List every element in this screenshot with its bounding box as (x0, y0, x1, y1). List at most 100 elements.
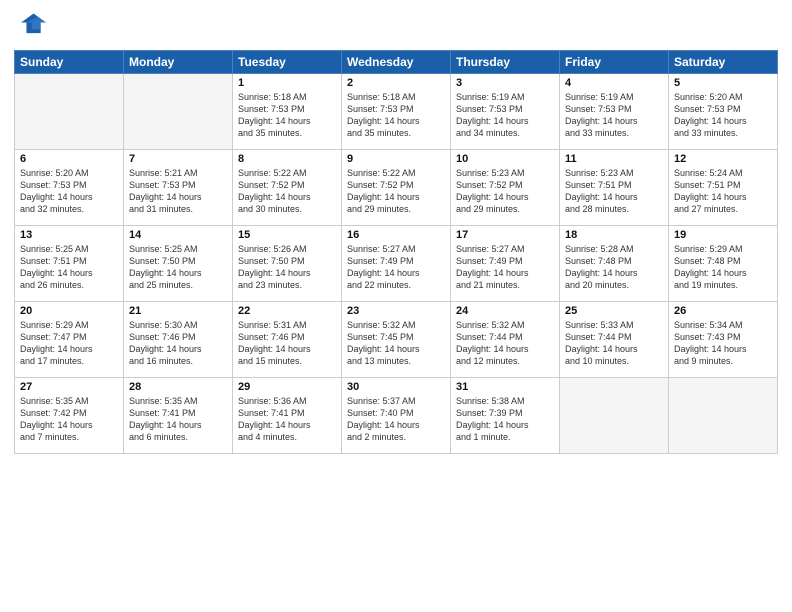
day-header-cell: Thursday (451, 51, 560, 74)
calendar-cell: 7 Sunrise: 5:21 AM Sunset: 7:53 PM Daylig… (124, 150, 233, 226)
day-number: 9 (347, 153, 445, 165)
cell-info: Sunrise: 5:30 AM Sunset: 7:46 PM Dayligh… (129, 319, 227, 368)
day-header-cell: Monday (124, 51, 233, 74)
calendar-cell: 31Sunrise: 5:38 AM Sunset: 7:39 PM Dayli… (451, 378, 560, 454)
page: SundayMondayTuesdayWednesdayThursdayFrid… (0, 0, 792, 612)
calendar-table: SundayMondayTuesdayWednesdayThursdayFrid… (14, 50, 778, 454)
cell-info: Sunrise: 5:25 AM Sunset: 7:50 PM Dayligh… (129, 243, 227, 292)
calendar-cell: 13 Sunrise: 5:25 AM Sunset: 7:51 PM Dayli… (15, 226, 124, 302)
day-number: 19 (674, 229, 772, 241)
day-number: 22 (238, 305, 336, 317)
day-number: 15 (238, 229, 336, 241)
calendar-cell: 2 Sunrise: 5:18 AM Sunset: 7:53 PM Daylig… (342, 74, 451, 150)
cell-info: Sunrise: 5:23 AM Sunset: 7:52 PM Dayligh… (456, 167, 554, 216)
cell-info: Sunrise: 5:22 AM Sunset: 7:52 PM Dayligh… (238, 167, 336, 216)
calendar-cell: 22Sunrise: 5:31 AM Sunset: 7:46 PM Dayli… (233, 302, 342, 378)
cell-info: Sunrise: 5:32 AM Sunset: 7:44 PM Dayligh… (456, 319, 554, 368)
calendar-cell: 12Sunrise: 5:24 AM Sunset: 7:51 PM Dayli… (669, 150, 778, 226)
calendar-cell: 21 Sunrise: 5:30 AM Sunset: 7:46 PM Dayli… (124, 302, 233, 378)
calendar-cell: 24 Sunrise: 5:32 AM Sunset: 7:44 PM Dayli… (451, 302, 560, 378)
day-number: 4 (565, 77, 663, 89)
day-header-cell: Tuesday (233, 51, 342, 74)
week-row: 1 Sunrise: 5:18 AM Sunset: 7:53 PM Daylig… (15, 74, 778, 150)
calendar-cell: 4 Sunrise: 5:19 AM Sunset: 7:53 PM Daylig… (560, 74, 669, 150)
day-number: 1 (238, 77, 336, 89)
cell-info: Sunrise: 5:35 AM Sunset: 7:42 PM Dayligh… (20, 395, 118, 444)
cell-info: Sunrise: 5:29 AM Sunset: 7:47 PM Dayligh… (20, 319, 118, 368)
day-number: 27 (20, 381, 118, 393)
calendar-cell: 27 Sunrise: 5:35 AM Sunset: 7:42 PM Dayli… (15, 378, 124, 454)
cell-info: Sunrise: 5:18 AM Sunset: 7:53 PM Dayligh… (347, 91, 445, 140)
calendar-cell: 18 Sunrise: 5:28 AM Sunset: 7:48 PM Dayli… (560, 226, 669, 302)
day-number: 30 (347, 381, 445, 393)
day-number: 14 (129, 229, 227, 241)
cell-info: Sunrise: 5:20 AM Sunset: 7:53 PM Dayligh… (674, 91, 772, 140)
cell-info: Sunrise: 5:33 AM Sunset: 7:44 PM Dayligh… (565, 319, 663, 368)
day-number: 28 (129, 381, 227, 393)
day-number: 17 (456, 229, 554, 241)
cell-info: Sunrise: 5:19 AM Sunset: 7:53 PM Dayligh… (565, 91, 663, 140)
calendar-cell: 26Sunrise: 5:34 AM Sunset: 7:43 PM Dayli… (669, 302, 778, 378)
week-row: 6Sunrise: 5:20 AM Sunset: 7:53 PM Daylig… (15, 150, 778, 226)
cell-info: Sunrise: 5:38 AM Sunset: 7:39 PM Dayligh… (456, 395, 554, 444)
calendar-cell (124, 74, 233, 150)
day-number: 29 (238, 381, 336, 393)
calendar-cell: 20 Sunrise: 5:29 AM Sunset: 7:47 PM Dayli… (15, 302, 124, 378)
calendar-cell: 17 Sunrise: 5:27 AM Sunset: 7:49 PM Dayli… (451, 226, 560, 302)
calendar-cell (560, 378, 669, 454)
cell-info: Sunrise: 5:25 AM Sunset: 7:51 PM Dayligh… (20, 243, 118, 292)
calendar-cell: 15 Sunrise: 5:26 AM Sunset: 7:50 PM Dayli… (233, 226, 342, 302)
day-number: 18 (565, 229, 663, 241)
calendar-cell (15, 74, 124, 150)
cell-info: Sunrise: 5:24 AM Sunset: 7:51 PM Dayligh… (674, 167, 772, 216)
calendar-cell: 23 Sunrise: 5:32 AM Sunset: 7:45 PM Dayli… (342, 302, 451, 378)
calendar-cell: 8 Sunrise: 5:22 AM Sunset: 7:52 PM Daylig… (233, 150, 342, 226)
day-number: 23 (347, 305, 445, 317)
day-number: 8 (238, 153, 336, 165)
calendar-cell: 9 Sunrise: 5:22 AM Sunset: 7:52 PM Daylig… (342, 150, 451, 226)
day-number: 7 (129, 153, 227, 165)
day-header-cell: Sunday (15, 51, 124, 74)
day-number: 11 (565, 153, 663, 165)
cell-info: Sunrise: 5:18 AM Sunset: 7:53 PM Dayligh… (238, 91, 336, 140)
calendar-cell: 10 Sunrise: 5:23 AM Sunset: 7:52 PM Dayli… (451, 150, 560, 226)
calendar-cell: 28Sunrise: 5:35 AM Sunset: 7:41 PM Dayli… (124, 378, 233, 454)
day-number: 5 (674, 77, 772, 89)
cell-info: Sunrise: 5:28 AM Sunset: 7:48 PM Dayligh… (565, 243, 663, 292)
cell-info: Sunrise: 5:27 AM Sunset: 7:49 PM Dayligh… (456, 243, 554, 292)
cell-info: Sunrise: 5:37 AM Sunset: 7:40 PM Dayligh… (347, 395, 445, 444)
calendar-cell: 29 Sunrise: 5:36 AM Sunset: 7:41 PM Dayli… (233, 378, 342, 454)
day-header-cell: Friday (560, 51, 669, 74)
week-row: 20 Sunrise: 5:29 AM Sunset: 7:47 PM Dayli… (15, 302, 778, 378)
calendar-cell: 25 Sunrise: 5:33 AM Sunset: 7:44 PM Dayli… (560, 302, 669, 378)
cell-info: Sunrise: 5:21 AM Sunset: 7:53 PM Dayligh… (129, 167, 227, 216)
day-number: 13 (20, 229, 118, 241)
calendar-cell: 1 Sunrise: 5:18 AM Sunset: 7:53 PM Daylig… (233, 74, 342, 150)
day-number: 10 (456, 153, 554, 165)
day-number: 2 (347, 77, 445, 89)
day-number: 25 (565, 305, 663, 317)
cell-info: Sunrise: 5:27 AM Sunset: 7:49 PM Dayligh… (347, 243, 445, 292)
calendar-cell: 16 Sunrise: 5:27 AM Sunset: 7:49 PM Dayli… (342, 226, 451, 302)
day-number: 24 (456, 305, 554, 317)
day-number: 21 (129, 305, 227, 317)
day-number: 20 (20, 305, 118, 317)
cell-info: Sunrise: 5:36 AM Sunset: 7:41 PM Dayligh… (238, 395, 336, 444)
calendar-cell: 14 Sunrise: 5:25 AM Sunset: 7:50 PM Dayli… (124, 226, 233, 302)
day-header-cell: Wednesday (342, 51, 451, 74)
day-header-row: SundayMondayTuesdayWednesdayThursdayFrid… (15, 51, 778, 74)
cell-info: Sunrise: 5:29 AM Sunset: 7:48 PM Dayligh… (674, 243, 772, 292)
day-number: 16 (347, 229, 445, 241)
calendar-cell (669, 378, 778, 454)
logo-icon (14, 10, 46, 42)
day-number: 6 (20, 153, 118, 165)
day-number: 3 (456, 77, 554, 89)
logo (14, 10, 50, 42)
cell-info: Sunrise: 5:22 AM Sunset: 7:52 PM Dayligh… (347, 167, 445, 216)
day-number: 26 (674, 305, 772, 317)
calendar-cell: 11 Sunrise: 5:23 AM Sunset: 7:51 PM Dayli… (560, 150, 669, 226)
cell-info: Sunrise: 5:32 AM Sunset: 7:45 PM Dayligh… (347, 319, 445, 368)
cell-info: Sunrise: 5:26 AM Sunset: 7:50 PM Dayligh… (238, 243, 336, 292)
week-row: 27 Sunrise: 5:35 AM Sunset: 7:42 PM Dayli… (15, 378, 778, 454)
cell-info: Sunrise: 5:23 AM Sunset: 7:51 PM Dayligh… (565, 167, 663, 216)
